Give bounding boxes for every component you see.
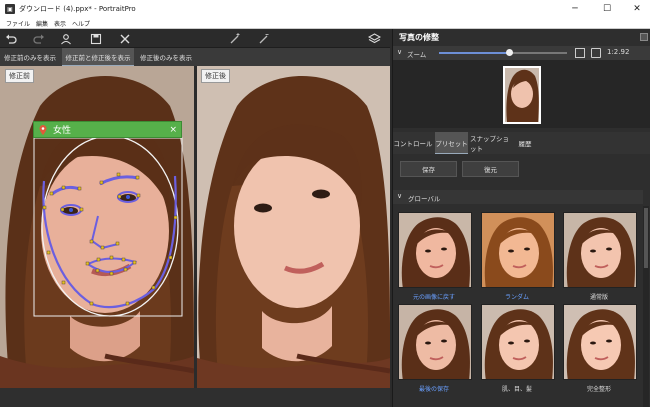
view-mode-tabs: 修正前のみを表示 修正前と修正後を表示 修正後のみを表示	[0, 48, 390, 66]
panel-title: 写真の修整	[399, 33, 439, 42]
save-preset-button[interactable]: 保存	[400, 161, 457, 177]
fit-to-window-icon[interactable]	[575, 48, 585, 58]
preset-caption-standard[interactable]: 通常版	[559, 292, 639, 301]
menu-bar: ファイル 編集 表示 ヘルプ	[0, 18, 650, 29]
section-label: グローバル	[408, 195, 441, 203]
preset-thumb-skin-eyes-hair[interactable]	[481, 304, 555, 380]
face-mesh-overlay	[33, 135, 183, 317]
section-chevron-icon: ∨	[397, 192, 403, 200]
preset-thumb-standard[interactable]	[563, 212, 637, 288]
redo-icon[interactable]	[31, 31, 46, 46]
face-tag-label: 女性	[53, 126, 72, 136]
app-icon: ▣	[5, 4, 15, 14]
preset-caption-random[interactable]: ランダム	[477, 292, 557, 301]
navigator[interactable]	[393, 60, 650, 128]
tab-presets[interactable]: プリセット	[435, 132, 468, 154]
status-bar	[0, 388, 390, 407]
save-icon[interactable]	[88, 31, 103, 46]
person-icon[interactable]	[58, 31, 73, 46]
menu-help[interactable]: ヘルプ	[72, 19, 90, 28]
preset-scrollbar[interactable]	[643, 206, 649, 407]
menu-file[interactable]: ファイル	[6, 19, 30, 28]
before-label: 修正前	[5, 69, 34, 83]
after-portrait-image	[197, 66, 390, 388]
title-bar: ▣ ダウンロード (4).ppx* - PortraitPro ─ ☐ ✕	[0, 0, 650, 18]
tab-before-only[interactable]: 修正前のみを表示	[0, 48, 60, 66]
zoom-ratio: 1:2.92	[607, 48, 630, 56]
preset-thumb-revert[interactable]	[398, 212, 472, 288]
after-image-pane[interactable]: 修正後	[197, 66, 390, 388]
wand-plus-icon[interactable]	[228, 31, 243, 46]
zoom-chevron-icon[interactable]: ∨	[397, 48, 402, 56]
zoom-slider[interactable]	[439, 49, 567, 56]
preset-tabs: コントロール プリセット スナップショット 履歴	[393, 132, 650, 154]
actual-size-icon[interactable]	[591, 48, 601, 58]
close-icon[interactable]: ✕	[622, 0, 650, 18]
face-tag-close-icon[interactable]: ×	[169, 125, 177, 135]
undo-icon[interactable]	[3, 31, 18, 46]
after-label: 修正後	[201, 69, 230, 83]
load-preset-button[interactable]: 復元	[462, 161, 519, 177]
before-image-pane[interactable]: 修正前 女性 ×	[0, 66, 194, 388]
close-icon[interactable]	[117, 31, 132, 46]
tab-controls[interactable]: コントロール	[393, 132, 433, 154]
global-section-header[interactable]: ∨ グローバル	[393, 190, 643, 204]
layers-icon[interactable]	[367, 31, 382, 46]
menu-edit[interactable]: 編集	[36, 19, 48, 28]
zoom-label: ズーム	[407, 51, 427, 59]
preset-caption-skin-eyes-hair[interactable]: 肌、目、髪	[477, 384, 557, 393]
tab-history[interactable]: 履歴	[514, 132, 536, 154]
face-tag[interactable]: 女性 ×	[33, 121, 182, 138]
tab-snapshots[interactable]: スナップショット	[470, 132, 512, 154]
preset-caption-last-saved[interactable]: 最後の保存	[394, 384, 474, 393]
zoom-row: ∨ ズーム 1:2.92	[393, 46, 650, 60]
window-title: ダウンロード (4).ppx* - PortraitPro	[19, 5, 136, 13]
tab-before-and-after[interactable]: 修正前と修正後を表示	[62, 48, 134, 66]
preset-thumb-last-saved[interactable]	[398, 304, 472, 380]
preset-caption-full-reshape[interactable]: 完全整形	[559, 384, 639, 393]
maximize-icon[interactable]: ☐	[592, 0, 622, 18]
location-pin-icon	[39, 124, 47, 135]
preset-caption-revert[interactable]: 元の画像に戻す	[394, 292, 474, 301]
panel-pin-icon[interactable]	[640, 33, 648, 41]
preset-thumb-random[interactable]	[481, 212, 555, 288]
wand-minus-icon[interactable]	[257, 31, 272, 46]
menu-view[interactable]: 表示	[54, 19, 66, 28]
side-panel: 写真の修整 ∨ ズーム 1:2.92 コントロール プリセット スナップショット…	[392, 29, 650, 407]
navigator-thumbnail[interactable]	[503, 66, 541, 124]
tab-after-only[interactable]: 修正後のみを表示	[136, 48, 196, 66]
toolbar	[0, 29, 390, 48]
minimize-icon[interactable]: ─	[560, 0, 590, 18]
preset-thumb-full-reshape[interactable]	[563, 304, 637, 380]
